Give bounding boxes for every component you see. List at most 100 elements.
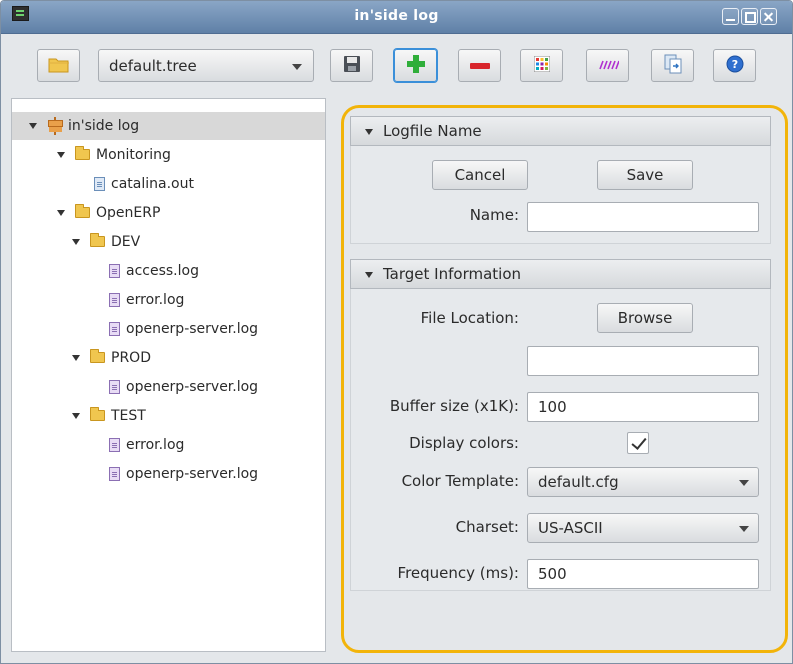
tree-item-label: openerp-server.log bbox=[126, 379, 259, 395]
tree-item-test-server[interactable]: openerp-server.log bbox=[12, 460, 325, 488]
add-icon bbox=[406, 54, 426, 78]
expand-arrow-icon bbox=[29, 123, 37, 129]
display-colors-checkbox[interactable] bbox=[627, 432, 649, 454]
file-icon bbox=[109, 438, 120, 452]
tree-item-monitoring[interactable]: Monitoring bbox=[12, 141, 325, 169]
app-window: in'side log default.tree ? in'side log M… bbox=[0, 0, 793, 664]
section-title: Target Information bbox=[383, 265, 522, 283]
remove-icon bbox=[469, 58, 490, 74]
frequency-field[interactable]: 500 bbox=[527, 559, 759, 589]
tree-item-dev-access[interactable]: access.log bbox=[12, 257, 325, 285]
expand-arrow-icon bbox=[72, 413, 80, 419]
tree-item-label: openerp-server.log bbox=[126, 321, 259, 337]
tree-file-value: default.tree bbox=[109, 57, 197, 75]
close-button[interactable] bbox=[760, 8, 777, 25]
tree-item-dev-server[interactable]: openerp-server.log bbox=[12, 315, 325, 343]
signpost-icon bbox=[47, 117, 63, 135]
chevron-down-icon bbox=[292, 64, 302, 70]
tree-item-label: error.log bbox=[126, 437, 185, 453]
file-icon bbox=[109, 293, 120, 307]
buffer-size-field[interactable]: 100 bbox=[527, 392, 759, 422]
display-colors-label: Display colors: bbox=[409, 434, 519, 452]
save-icon bbox=[343, 55, 361, 77]
frequency-label: Frequency (ms): bbox=[397, 564, 519, 582]
tree-item-dev[interactable]: DEV bbox=[12, 228, 325, 256]
maximize-button[interactable] bbox=[741, 8, 758, 25]
tree-item-label: openerp-server.log bbox=[126, 466, 259, 482]
save-button[interactable] bbox=[330, 49, 373, 82]
tree-item-label: OpenERP bbox=[96, 205, 161, 221]
minimize-button[interactable] bbox=[722, 8, 739, 25]
tree-item-label: Monitoring bbox=[96, 147, 171, 163]
file-location-label: File Location: bbox=[420, 309, 519, 327]
folder-icon bbox=[75, 204, 90, 218]
open-folder-icon bbox=[48, 55, 70, 77]
folder-icon bbox=[90, 407, 105, 421]
file-icon bbox=[94, 177, 105, 191]
tree-item-label: catalina.out bbox=[111, 176, 194, 192]
open-button[interactable] bbox=[37, 49, 80, 82]
charset-select[interactable]: US-ASCII bbox=[527, 513, 759, 543]
window-title: in'side log bbox=[354, 8, 439, 24]
tree-file-select[interactable]: default.tree bbox=[98, 49, 314, 82]
expand-arrow-icon bbox=[57, 152, 65, 158]
file-icon bbox=[109, 322, 120, 336]
chevron-down-icon bbox=[739, 480, 749, 486]
add-button[interactable] bbox=[394, 49, 437, 82]
section-header-target[interactable]: Target Information bbox=[350, 259, 771, 289]
copy-icon bbox=[664, 54, 682, 78]
save-logfile-button[interactable]: Save bbox=[597, 160, 693, 190]
chevron-down-icon bbox=[739, 526, 749, 532]
pattern-button[interactable] bbox=[586, 49, 629, 82]
section-title: Logfile Name bbox=[383, 122, 482, 140]
collapse-arrow-icon bbox=[365, 129, 373, 135]
file-location-field[interactable] bbox=[527, 346, 759, 376]
color-template-label: Color Template: bbox=[401, 472, 519, 490]
splitter[interactable] bbox=[328, 98, 336, 652]
tree-item-dev-error[interactable]: error.log bbox=[12, 286, 325, 314]
cancel-button[interactable]: Cancel bbox=[432, 160, 528, 190]
file-icon bbox=[109, 264, 120, 278]
tree-item-prod-server[interactable]: openerp-server.log bbox=[12, 373, 325, 401]
color-template-select[interactable]: default.cfg bbox=[527, 467, 759, 497]
browse-button[interactable]: Browse bbox=[597, 303, 693, 333]
tree-item-openerp[interactable]: OpenERP bbox=[12, 199, 325, 227]
colors-button[interactable] bbox=[520, 49, 563, 82]
name-field[interactable] bbox=[527, 202, 759, 232]
remove-button[interactable] bbox=[458, 49, 501, 82]
charset-value: US-ASCII bbox=[538, 519, 603, 537]
tree-item-label: error.log bbox=[126, 292, 185, 308]
file-icon bbox=[109, 380, 120, 394]
log-tree[interactable]: in'side log Monitoring catalina.out Open… bbox=[11, 98, 326, 652]
section-body-logfile: Cancel Save Name: bbox=[350, 146, 771, 244]
folder-icon bbox=[90, 349, 105, 363]
svg-text:?: ? bbox=[731, 58, 737, 71]
toolbar: default.tree ? bbox=[1, 35, 792, 99]
tree-item-label: DEV bbox=[111, 234, 141, 250]
help-icon: ? bbox=[726, 55, 744, 77]
color-template-value: default.cfg bbox=[538, 473, 619, 491]
help-button[interactable]: ? bbox=[713, 49, 756, 82]
tree-item-test[interactable]: TEST bbox=[12, 402, 325, 430]
tree-item-catalina[interactable]: catalina.out bbox=[12, 170, 325, 198]
tree-item-label: access.log bbox=[126, 263, 199, 279]
collapse-arrow-icon bbox=[365, 272, 373, 278]
buffer-size-label: Buffer size (x1K): bbox=[389, 397, 519, 415]
expand-arrow-icon bbox=[57, 210, 65, 216]
tree-item-label: PROD bbox=[111, 350, 151, 366]
tree-item-prod[interactable]: PROD bbox=[12, 344, 325, 372]
title-bar[interactable]: in'side log bbox=[1, 1, 792, 34]
pattern-icon bbox=[597, 58, 620, 74]
expand-arrow-icon bbox=[72, 355, 80, 361]
tree-item-label: TEST bbox=[111, 408, 146, 424]
file-icon bbox=[109, 467, 120, 481]
tree-item-root[interactable]: in'side log bbox=[12, 112, 325, 140]
folder-icon bbox=[75, 146, 90, 160]
folder-icon bbox=[90, 233, 105, 247]
tree-item-test-error[interactable]: error.log bbox=[12, 431, 325, 459]
tree-item-label: in'side log bbox=[68, 118, 140, 134]
section-header-logfile[interactable]: Logfile Name bbox=[350, 116, 771, 146]
section-body-target: File Location: Browse Buffer size (x1K):… bbox=[350, 289, 771, 591]
copy-button[interactable] bbox=[651, 49, 694, 82]
expand-arrow-icon bbox=[72, 239, 80, 245]
